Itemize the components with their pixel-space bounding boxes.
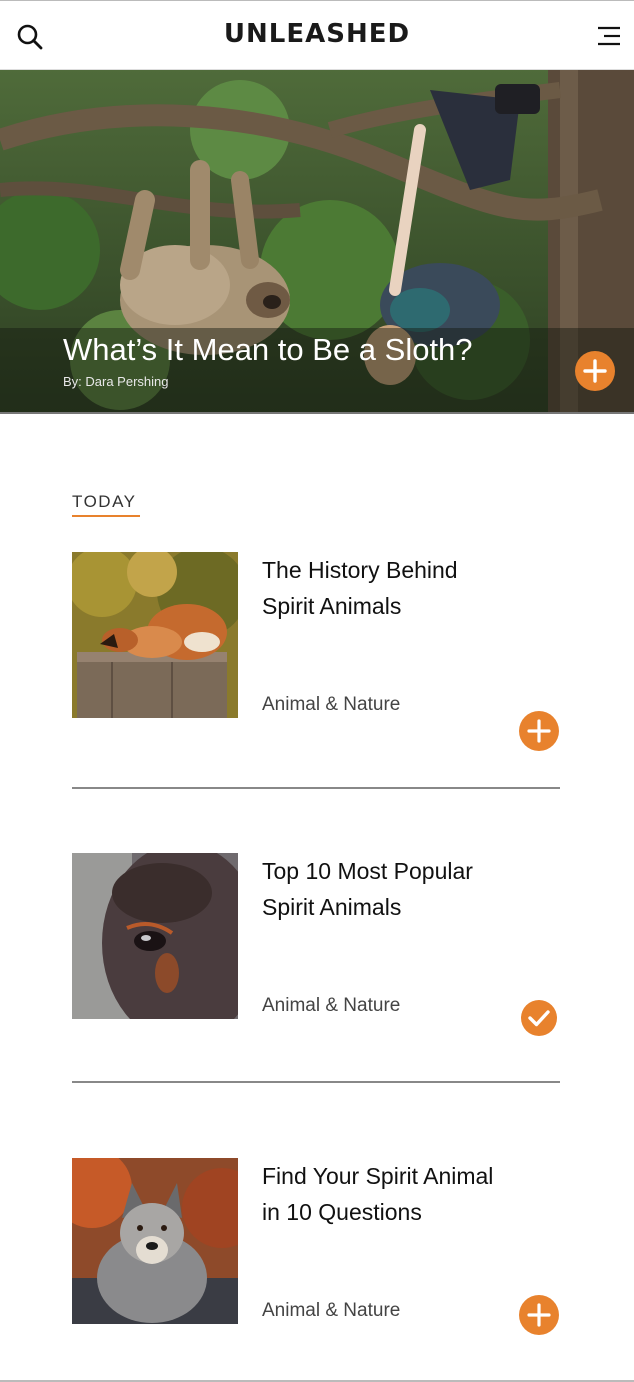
article-divider [72,787,560,789]
article-title-line2: Spirit Animals [262,894,402,920]
plus-icon[interactable] [518,1294,560,1336]
article-title-line1: The History Behind [262,557,458,583]
article-card[interactable]: The History Behind Spirit Animals Animal… [72,552,562,751]
article-title[interactable]: Find Your Spirit Animal in 10 Questions [262,1158,552,1230]
article-title-line1: Find Your Spirit Animal [262,1163,494,1189]
plus-icon[interactable] [518,710,560,752]
hamburger-menu-icon[interactable] [596,23,622,49]
article-thumbnail[interactable] [72,1158,238,1324]
article-divider [72,1081,560,1083]
section-underline [72,515,140,517]
app-header: UNLEASHED [0,0,634,70]
section-label: TODAY [72,492,137,511]
article-card[interactable]: Find Your Spirit Animal in 10 Questions … [72,1158,562,1335]
article-category: Animal & Nature [262,694,401,715]
plus-icon[interactable] [574,350,616,392]
hero-headline[interactable]: What’s It Mean to Be a Sloth? [63,332,473,368]
article-title-line2: Spirit Animals [262,593,402,619]
hero-byline: By: Dara Pershing [63,374,169,389]
article-title-line2: in 10 Questions [262,1199,422,1225]
featured-article[interactable]: What’s It Mean to Be a Sloth? By: Dara P… [0,70,634,414]
article-category: Animal & Nature [262,1300,401,1321]
article-thumbnail[interactable] [72,853,238,1019]
article-thumbnail[interactable] [72,552,238,718]
article-title[interactable]: The History Behind Spirit Animals [262,552,552,624]
article-card[interactable]: Top 10 Most Popular Spirit Animals Anima… [72,853,562,1036]
article-title-line1: Top 10 Most Popular [262,858,473,884]
app-title: UNLEASHED [223,19,411,49]
article-category: Animal & Nature [262,995,401,1016]
article-title[interactable]: Top 10 Most Popular Spirit Animals [262,853,552,925]
check-icon[interactable] [520,999,558,1037]
